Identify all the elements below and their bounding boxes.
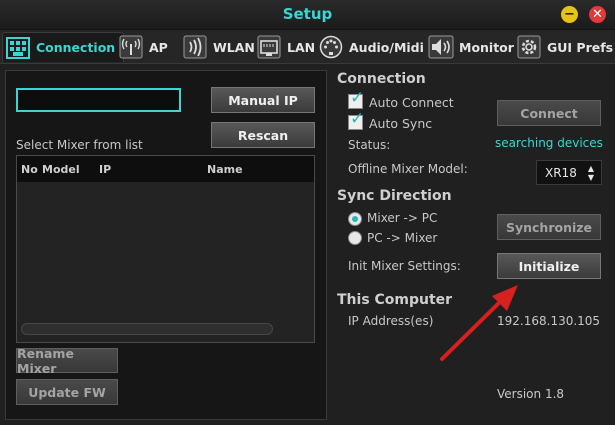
tab-label: WLAN [213,39,255,55]
column-model: Model [42,163,80,176]
rename-mixer-button[interactable]: Rename Mixer [16,346,118,376]
checkmark-icon: ✓ [350,88,365,108]
initialize-button[interactable]: Initialize [497,253,601,279]
tab-label: Connection [36,40,116,55]
sync-direction-heading: Sync Direction [337,188,452,204]
status-value: searching devices [495,136,603,150]
table-header: No Model IP Name [17,156,314,182]
horizontal-scrollbar[interactable] [21,323,273,335]
select-mixer-label: Select Mixer from list [16,138,143,152]
tab-bar: Connection AP WLAN LAN Audio/Midi Monito… [0,30,615,64]
mixer-search-input[interactable] [16,88,181,112]
close-icon[interactable]: ✕ [589,6,606,23]
tab-label: AP [149,39,168,55]
column-name: Name [207,163,243,176]
mixer-to-pc-label: Mixer -> PC [367,211,438,225]
offline-model-select[interactable]: XR18 ▲ ▼ [536,160,602,185]
auto-sync-checkbox[interactable]: ✓ [348,111,364,130]
status-label: Status: [348,138,391,152]
tab-label: Monitor [459,39,514,55]
offline-model-label: Offline Mixer Model: [348,162,468,176]
wifi-waves-icon [182,35,208,59]
spinner-arrows-icon: ▲ ▼ [587,164,594,182]
annotation-arrow-icon [440,285,518,361]
auto-connect-checkbox[interactable]: ✓ [348,90,364,109]
tab-monitor[interactable]: Monitor [428,32,514,62]
ip-address-label: IP Address(es) [348,314,434,328]
title-bar: Setup − ✕ [0,0,615,30]
manual-ip-button[interactable]: Manual IP [211,87,315,113]
gear-icon [516,35,542,59]
connection-heading: Connection [337,71,426,87]
init-mixer-label: Init Mixer Settings: [348,259,461,273]
minimize-icon[interactable]: − [561,6,578,23]
mixer-to-pc-radio[interactable] [348,212,362,226]
rescan-button[interactable]: Rescan [211,122,315,148]
speaker-icon [428,35,454,59]
ethernet-port-icon [256,35,282,59]
tab-connection[interactable]: Connection [2,32,125,62]
tab-wlan[interactable]: WLAN [182,32,255,62]
pc-to-mixer-label: PC -> Mixer [367,231,438,245]
update-fw-button[interactable]: Update FW [16,379,118,405]
network-grid-icon [5,36,31,60]
tab-label: Audio/Midi [349,39,424,55]
window-title: Setup [282,5,333,23]
tab-lan[interactable]: LAN [256,32,315,62]
offline-model-value: XR18 [545,165,577,180]
version-label: Version 1.8 [497,387,565,401]
checkmark-icon: ✓ [350,109,365,129]
tab-audio-midi[interactable]: Audio/Midi [318,32,424,62]
connect-button[interactable]: Connect [497,100,601,126]
auto-sync-label: Auto Sync [369,116,433,131]
wireless-antenna-icon [118,35,144,59]
auto-connect-label: Auto Connect [369,95,454,110]
tab-gui-prefs[interactable]: GUI Prefs [516,32,613,62]
mixer-table[interactable]: No Model IP Name [16,155,315,343]
column-ip: IP [99,163,112,176]
midi-port-icon [318,35,344,59]
column-no: No [21,163,38,176]
tab-ap[interactable]: AP [118,32,168,62]
tab-label: GUI Prefs [547,39,614,55]
tab-label: LAN [287,39,316,55]
pc-to-mixer-radio[interactable] [348,231,362,245]
synchronize-button[interactable]: Synchronize [497,214,601,240]
